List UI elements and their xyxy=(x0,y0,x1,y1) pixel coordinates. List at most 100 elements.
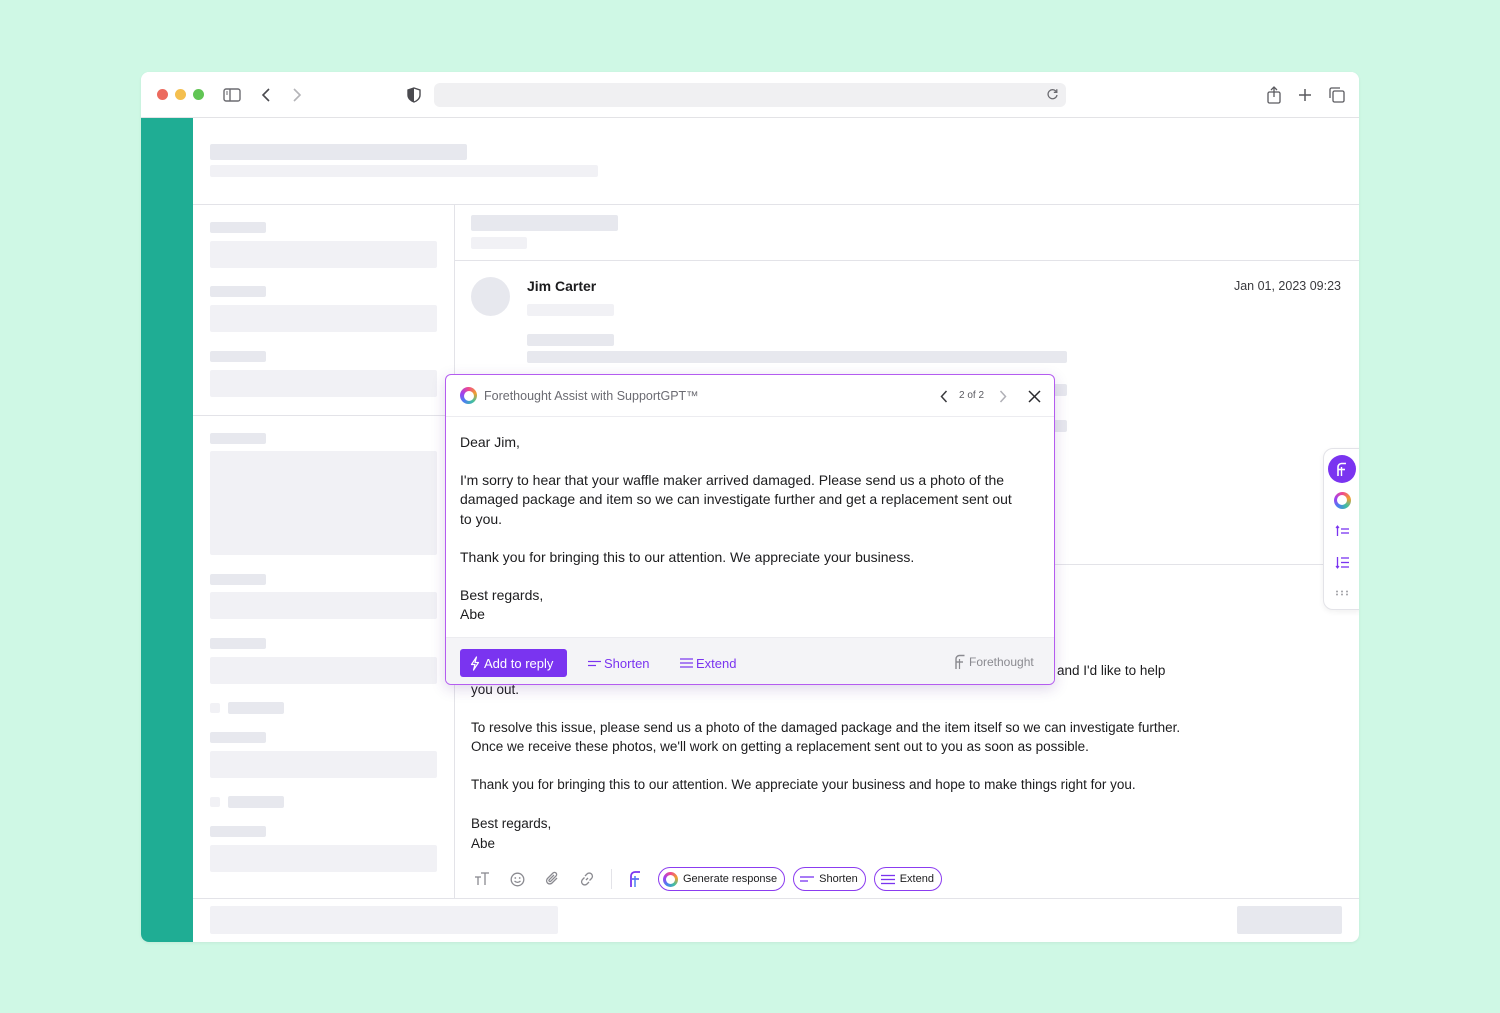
extend-icon xyxy=(680,658,693,668)
generate-icon[interactable] xyxy=(1332,490,1352,510)
checkbox-label-placeholder xyxy=(228,796,284,808)
assist-popup: Forethought Assist with SupportGPT™ 2 of… xyxy=(445,374,1055,685)
toolbar-separator xyxy=(611,869,612,889)
ticket-title-placeholder xyxy=(471,215,618,231)
shorten-button[interactable]: Shorten xyxy=(793,867,866,891)
response-line: damaged package and item so we can inves… xyxy=(460,491,1012,508)
previous-suggestion-icon[interactable] xyxy=(936,388,952,404)
send-button-placeholder xyxy=(1237,906,1342,934)
sidebar-toggle-icon[interactable] xyxy=(222,85,242,105)
close-window-button[interactable] xyxy=(157,89,168,100)
share-icon[interactable] xyxy=(1264,85,1284,105)
assist-side-rail xyxy=(1323,448,1359,610)
field-value-placeholder xyxy=(210,751,437,778)
field-value-placeholder xyxy=(210,657,437,684)
drag-handle-icon[interactable] xyxy=(1332,583,1352,603)
extend-icon xyxy=(880,874,895,885)
field-label-placeholder xyxy=(210,286,266,297)
new-tab-icon[interactable] xyxy=(1295,85,1315,105)
field-value-placeholder xyxy=(210,305,437,332)
link-icon[interactable] xyxy=(576,868,598,890)
field-value-placeholder xyxy=(210,241,437,268)
ticket-subtitle-placeholder xyxy=(471,237,527,249)
footer-divider xyxy=(193,898,1359,899)
popup-extend-button[interactable]: Extend xyxy=(680,649,736,677)
extend-icon[interactable] xyxy=(1332,552,1352,572)
shorten-icon[interactable] xyxy=(1332,521,1352,541)
field-label-placeholder xyxy=(210,638,266,649)
add-to-reply-label: Add to reply xyxy=(484,655,554,671)
forethought-brand-label: Forethought xyxy=(969,655,1034,669)
shorten-icon xyxy=(588,660,601,667)
message-line-placeholder xyxy=(527,351,1067,363)
reply-signature: Abe xyxy=(471,836,496,851)
lightning-icon xyxy=(470,655,480,671)
field-label-placeholder xyxy=(210,351,266,362)
suggestion-pager: 2 of 2 xyxy=(959,390,985,401)
suggested-response: Dear Jim, I'm sorry to hear that your wa… xyxy=(460,433,1012,624)
popup-shorten-label: Shorten xyxy=(604,655,650,671)
popup-title: Forethought Assist with SupportGPT™ xyxy=(484,389,699,403)
maximize-window-button[interactable] xyxy=(193,89,204,100)
reply-line: To resolve this issue, please send us a … xyxy=(471,720,1181,735)
section-divider xyxy=(193,415,454,416)
forward-icon[interactable] xyxy=(287,85,307,105)
reply-line: Once we receive these photos, we'll work… xyxy=(471,739,1089,754)
response-signoff: Best regards, xyxy=(460,587,544,604)
response-line: to you. xyxy=(460,510,503,527)
sender-name: Jim Carter xyxy=(527,278,597,294)
back-icon[interactable] xyxy=(256,85,276,105)
text-format-icon[interactable] xyxy=(471,868,493,890)
reply-line: and I'd like to help xyxy=(1057,663,1166,678)
header-divider xyxy=(193,204,1359,205)
app-sidebar xyxy=(141,118,193,942)
response-greeting: Dear Jim, xyxy=(460,434,520,450)
shorten-icon xyxy=(800,875,815,883)
generate-response-label: Generate response xyxy=(683,873,778,885)
emoji-icon[interactable] xyxy=(506,868,528,890)
message-line-placeholder xyxy=(527,334,614,346)
popup-footer: Add to reply Shorten Extend Forethought xyxy=(446,637,1054,684)
footer-input-placeholder xyxy=(210,906,558,934)
response-line: Thank you for bringing this to our atten… xyxy=(460,548,915,565)
field-label-placeholder xyxy=(210,574,266,585)
composer-toolbar: Generate response Shorten Extend xyxy=(471,867,950,891)
shorten-label: Shorten xyxy=(819,873,858,885)
checkbox-placeholder xyxy=(210,797,220,807)
message-timestamp: Jan 01, 2023 09:23 xyxy=(1233,279,1341,293)
field-value-placeholder xyxy=(210,451,437,555)
extend-button[interactable]: Extend xyxy=(873,867,942,891)
forethought-ring-icon xyxy=(663,871,678,887)
field-label-placeholder xyxy=(210,222,266,233)
checkbox-placeholder xyxy=(210,703,220,713)
reload-icon[interactable] xyxy=(1046,88,1060,102)
forethought-ring-icon xyxy=(460,387,477,404)
field-value-placeholder xyxy=(210,592,437,619)
close-icon[interactable] xyxy=(1025,387,1043,405)
checkbox-label-placeholder xyxy=(228,702,284,714)
reply-signoff: Best regards, xyxy=(471,816,552,831)
field-label-placeholder xyxy=(210,433,266,444)
popup-header: Forethought Assist with SupportGPT™ 2 of… xyxy=(446,375,1054,417)
address-bar[interactable] xyxy=(434,83,1066,107)
generate-response-button[interactable]: Generate response xyxy=(658,867,786,891)
minimize-window-button[interactable] xyxy=(175,89,186,100)
sender-email-placeholder xyxy=(527,304,614,316)
forethought-brand: Forethought xyxy=(954,654,1034,670)
forethought-icon[interactable] xyxy=(624,868,646,890)
field-label-placeholder xyxy=(210,732,266,743)
forethought-icon[interactable] xyxy=(1328,455,1356,483)
next-suggestion-icon[interactable] xyxy=(995,388,1011,404)
attach-icon[interactable] xyxy=(541,868,563,890)
popup-extend-label: Extend xyxy=(696,655,737,671)
shield-icon[interactable] xyxy=(404,85,424,105)
add-to-reply-button[interactable]: Add to reply xyxy=(460,649,568,677)
ticket-header-divider xyxy=(455,260,1359,261)
field-label-placeholder xyxy=(210,826,266,837)
extend-label: Extend xyxy=(899,873,934,885)
tabs-icon[interactable] xyxy=(1327,85,1347,105)
response-signature: Abe xyxy=(460,606,485,623)
response-line: I'm sorry to hear that your waffle maker… xyxy=(460,472,1005,489)
field-value-placeholder xyxy=(210,370,437,397)
popup-shorten-button[interactable]: Shorten xyxy=(588,649,650,677)
